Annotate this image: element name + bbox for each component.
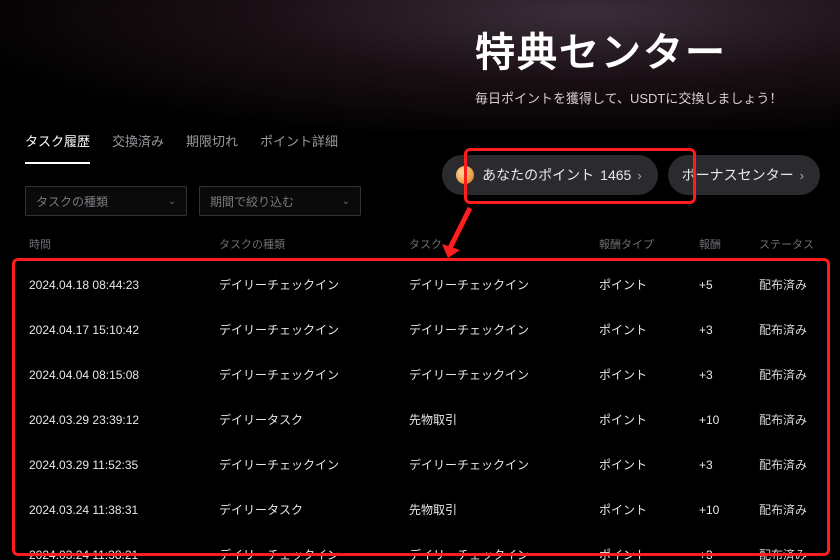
cell-reward: +5 [699,278,759,292]
cell-reward-type: ポイント [599,501,699,518]
cell-status: 配布済み [759,501,829,518]
task-history-table: 時間 タスクの種類 タスク 報酬タイプ 報酬 ステータス 2024.04.18 … [25,224,820,548]
cell-time: 2024.03.29 23:39:12 [29,413,219,427]
cell-task-type: デイリータスク [219,501,409,518]
cell-task: デイリーチェックイン [409,321,599,338]
chevron-down-icon: ⌄ [342,196,350,207]
cell-task: デイリーチェックイン [409,456,599,473]
table-row: 2024.04.04 08:15:08デイリーチェックインデイリーチェックインポ… [25,352,820,397]
col-task: タスク [409,236,599,252]
cell-time: 2024.04.04 08:15:08 [29,368,219,382]
cell-status: 配布済み [759,276,829,293]
cell-time: 2024.04.18 08:44:23 [29,278,219,292]
table-row: 2024.03.29 11:52:35デイリーチェックインデイリーチェックインポ… [25,442,820,487]
cell-reward: +3 [699,548,759,560]
cell-reward-type: ポイント [599,411,699,428]
cell-time: 2024.03.29 11:52:35 [29,458,219,472]
col-time: 時間 [29,236,219,252]
cell-reward-type: ポイント [599,456,699,473]
chevron-down-icon: ⌄ [168,196,176,207]
cell-reward: +3 [699,368,759,382]
tab-bar: タスク履歴交換済み期限切れポイント詳細 [25,125,338,164]
table-row: 2024.03.24 11:38:21デイリーチェックインデイリーチェックインポ… [25,532,820,560]
col-task-type: タスクの種類 [219,236,409,252]
cell-time: 2024.04.17 15:10:42 [29,323,219,337]
hero-banner: 特典センター 毎日ポイントを獲得して、USDTに交換しましょう！ [0,0,840,130]
cell-task: デイリーチェックイン [409,276,599,293]
cell-reward: +3 [699,458,759,472]
cell-time: 2024.03.24 11:38:21 [29,548,219,560]
cell-reward: +3 [699,323,759,337]
cell-task-type: デイリーチェックイン [219,366,409,383]
cell-reward-type: ポイント [599,366,699,383]
cell-task-type: デイリーチェックイン [219,546,409,560]
cell-status: 配布済み [759,546,829,560]
period-placeholder: 期間で絞り込む [210,193,294,210]
cell-task-type: デイリーチェックイン [219,321,409,338]
header-pills: あなたのポイント 1465 › ボーナスセンター › [442,155,820,195]
tab-0[interactable]: タスク履歴 [25,125,90,164]
cell-task: 先物取引 [409,411,599,428]
period-select[interactable]: 期間で絞り込む ⌄ [199,186,361,216]
tab-3[interactable]: ポイント詳細 [260,125,338,164]
page-title: 特典センター [475,20,820,78]
cell-reward: +10 [699,503,759,517]
cell-task: デイリーチェックイン [409,546,599,560]
task-type-select[interactable]: タスクの種類 ⌄ [25,186,187,216]
points-value: 1465 [600,167,631,183]
filter-bar: タスクの種類 ⌄ 期間で絞り込む ⌄ [25,186,361,216]
bonus-center-label: ボーナスセンター [682,165,794,185]
cell-task: デイリーチェックイン [409,366,599,383]
chevron-right-icon: › [800,168,804,183]
cell-task-type: デイリーチェックイン [219,456,409,473]
cell-status: 配布済み [759,456,829,473]
table-row: 2024.04.18 08:44:23デイリーチェックインデイリーチェックインポ… [25,262,820,307]
table-row: 2024.03.29 23:39:12デイリータスク先物取引ポイント+10配布済… [25,397,820,442]
cell-reward-type: ポイント [599,276,699,293]
cell-reward: +10 [699,413,759,427]
table-row: 2024.04.17 15:10:42デイリーチェックインデイリーチェックインポ… [25,307,820,352]
col-reward: 報酬 [699,236,759,252]
cell-status: 配布済み [759,321,829,338]
page-subtitle: 毎日ポイントを獲得して、USDTに交換しましょう！ [475,88,820,107]
coin-icon [456,166,474,184]
cell-reward-type: ポイント [599,321,699,338]
chevron-right-icon: › [637,168,641,183]
points-pill[interactable]: あなたのポイント 1465 › [442,155,658,195]
table-row: 2024.03.24 11:38:31デイリータスク先物取引ポイント+10配布済… [25,487,820,532]
points-prefix: あなたのポイント [482,165,594,185]
cell-task-type: デイリーチェックイン [219,276,409,293]
col-reward-type: 報酬タイプ [599,236,699,252]
cell-reward-type: ポイント [599,546,699,560]
bonus-center-pill[interactable]: ボーナスセンター › [668,155,820,195]
cell-status: 配布済み [759,411,829,428]
task-type-placeholder: タスクの種類 [36,193,108,210]
cell-time: 2024.03.24 11:38:31 [29,503,219,517]
tab-1[interactable]: 交換済み [112,125,164,164]
tab-2[interactable]: 期限切れ [186,125,238,164]
cell-task: 先物取引 [409,501,599,518]
table-header: 時間 タスクの種類 タスク 報酬タイプ 報酬 ステータス [25,224,820,262]
col-status: ステータス [759,236,829,252]
cell-status: 配布済み [759,366,829,383]
cell-task-type: デイリータスク [219,411,409,428]
